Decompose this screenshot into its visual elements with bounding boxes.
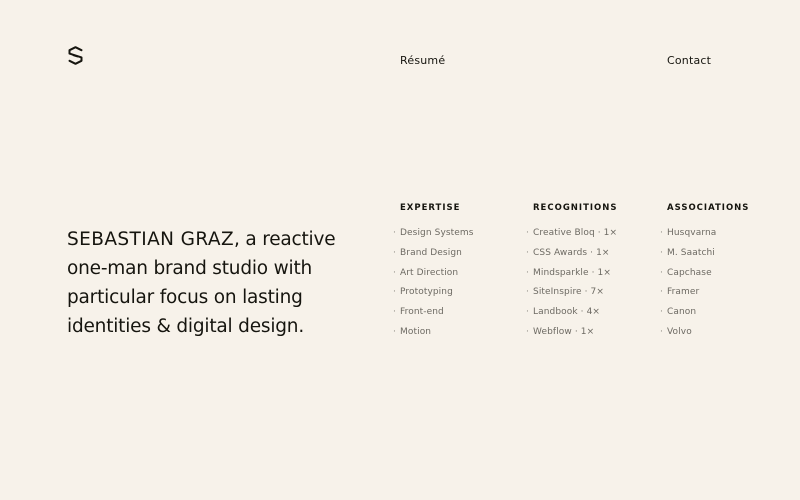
list-item[interactable]: · SiteInspire · 7×: [526, 287, 618, 298]
bullet-icon: ·: [393, 228, 396, 238]
intro-statement: SEBASTIAN GRAZ, a reactive one-man brand…: [67, 225, 357, 341]
list-item[interactable]: · Webflow · 1×: [526, 327, 618, 338]
bullet-icon: ·: [393, 267, 396, 278]
resume-link[interactable]: Résumé: [400, 54, 445, 68]
bullet-icon: ·: [526, 247, 529, 258]
recognitions-column: RECOGNITIONS · Creative Bloq · 1× · CSS Aw…: [526, 203, 618, 347]
associations-list: · Husqvarna · M. Saatchi · Capchase · Framer…: [660, 228, 749, 338]
list-item: · Framer: [660, 287, 700, 298]
bullet-icon: ·: [660, 267, 663, 278]
bullet-icon: ·: [393, 326, 396, 337]
studio-name: SEBASTIAN GRAZ: [67, 229, 235, 250]
list-item: · Husqvarna: [660, 228, 717, 238]
list-item: · Motion: [393, 326, 432, 337]
associations-column: ASSOCIATIONS · Husqvarna · M. Saatchi · Cap…: [660, 203, 750, 347]
list-item: · M. Saatchi: [660, 247, 715, 258]
expertise-list: · Design Systems · Brand Design · Art Direc…: [393, 228, 474, 338]
list-item: · Canon: [660, 307, 697, 318]
recognitions-list: · Creative Bloq · 1× · CSS Awards · 1× · Mi…: [526, 228, 618, 338]
list-item: · Brand Design: [393, 247, 462, 258]
associations-heading: ASSOCIATIONS: [667, 203, 750, 213]
list-item: · Front-end: [393, 307, 444, 318]
bullet-icon: ·: [393, 247, 396, 258]
bullet-icon: ·: [393, 307, 396, 318]
list-item: · Volvo: [660, 326, 692, 337]
bullet-icon: ·: [526, 326, 529, 337]
recognitions-heading: RECOGNITIONS: [533, 203, 618, 213]
bullet-icon: ·: [660, 326, 663, 337]
list-item: · Art Direction: [393, 267, 459, 278]
bullet-icon: ·: [526, 267, 529, 278]
bullet-icon: ·: [660, 287, 663, 298]
list-item[interactable]: · Mindsparkle · 1×: [526, 268, 618, 279]
list-item: · Prototyping: [393, 287, 453, 298]
bullet-icon: ·: [526, 287, 529, 298]
brand-logo-icon[interactable]: [67, 46, 84, 65]
list-item: · Design Systems: [393, 228, 474, 238]
bullet-icon: ·: [660, 228, 663, 238]
bullet-icon: ·: [660, 247, 663, 258]
bullet-icon: ·: [526, 228, 529, 238]
expertise-column: EXPERTISE · Design Systems · Brand Design …: [393, 203, 474, 347]
bullet-icon: ·: [660, 307, 663, 318]
brand-s-logo-icon: [68, 46, 83, 65]
list-item[interactable]: · Landbook · 4×: [526, 307, 618, 318]
list-item: · Capchase: [660, 267, 712, 278]
bullet-icon: ·: [393, 287, 396, 298]
list-item[interactable]: · CSS Awards · 1×: [526, 248, 618, 259]
bullet-icon: ·: [526, 307, 529, 318]
expertise-heading: EXPERTISE: [400, 203, 461, 213]
list-item[interactable]: · Creative Bloq · 1×: [526, 228, 618, 239]
contact-link[interactable]: Contact: [667, 54, 711, 68]
